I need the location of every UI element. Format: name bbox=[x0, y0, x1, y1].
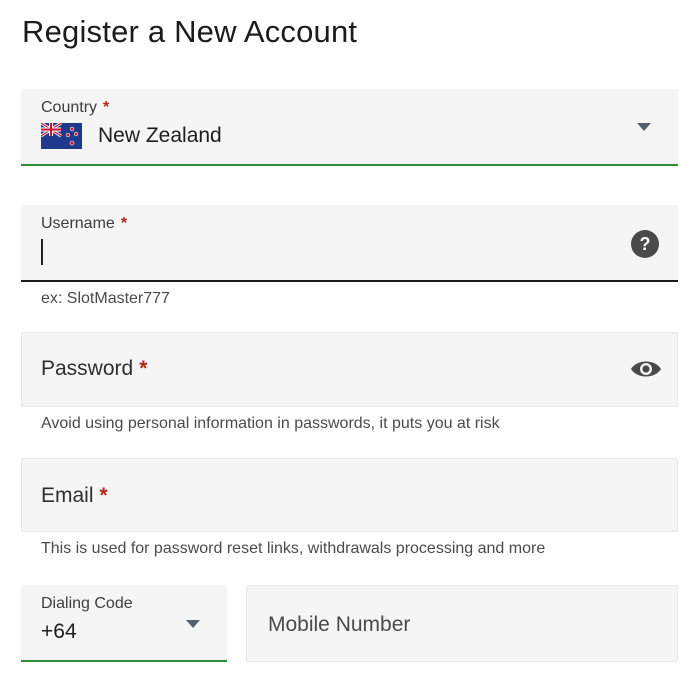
required-asterisk: * bbox=[103, 99, 110, 116]
dialing-code-label: Dialing Code bbox=[41, 595, 133, 612]
dialing-code-value: +64 bbox=[41, 620, 77, 643]
question-mark-icon[interactable]: ? bbox=[630, 229, 660, 259]
required-asterisk: * bbox=[139, 357, 148, 380]
new-zealand-flag-icon bbox=[41, 123, 82, 149]
eye-icon[interactable] bbox=[630, 358, 662, 380]
password-field[interactable]: Password * bbox=[21, 332, 678, 407]
username-helper: ex: SlotMaster777 bbox=[41, 290, 170, 307]
email-field[interactable]: Email * bbox=[21, 458, 678, 532]
email-helper: This is used for password reset links, w… bbox=[41, 540, 546, 557]
dialing-code-select[interactable]: Dialing Code +64 bbox=[21, 585, 227, 662]
text-cursor bbox=[41, 239, 43, 265]
country-value: New Zealand bbox=[98, 124, 222, 147]
username-label: Username * bbox=[41, 215, 128, 232]
password-label: Password * bbox=[41, 357, 148, 380]
email-label: Email * bbox=[41, 484, 108, 507]
dialing-code-underline bbox=[21, 660, 227, 662]
username-field[interactable]: Username * ? bbox=[21, 205, 678, 282]
svg-text:?: ? bbox=[640, 234, 651, 254]
chevron-down-icon[interactable] bbox=[186, 620, 200, 628]
registration-page: Register a New Account Country * New Zea… bbox=[0, 0, 700, 700]
country-select[interactable]: Country * New Zealand bbox=[21, 89, 678, 166]
mobile-number-placeholder: Mobile Number bbox=[268, 613, 411, 636]
country-underline bbox=[21, 164, 678, 166]
country-label: Country * bbox=[41, 99, 110, 116]
chevron-down-icon[interactable] bbox=[637, 123, 651, 131]
required-asterisk: * bbox=[120, 215, 128, 232]
required-asterisk: * bbox=[99, 484, 108, 507]
username-underline bbox=[21, 280, 678, 282]
password-helper: Avoid using personal information in pass… bbox=[41, 415, 500, 432]
page-title: Register a New Account bbox=[22, 14, 358, 49]
mobile-number-field[interactable]: Mobile Number bbox=[246, 585, 678, 662]
